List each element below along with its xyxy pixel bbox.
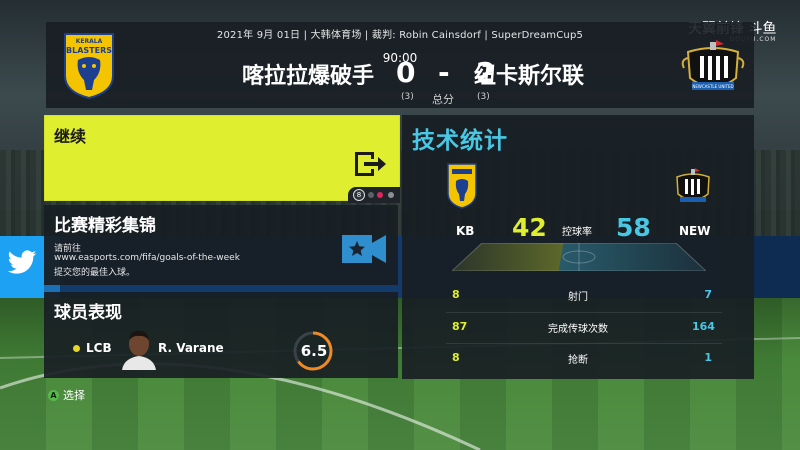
match-stats-panel: 技术统计 KB 42 控球率 58 NEW 8 射门 7 87 完成传球次数 1… xyxy=(402,115,754,379)
continue-label: 继续 xyxy=(54,127,87,146)
performance-title: 球员表现 xyxy=(54,303,122,323)
stat-row-shots: 8 射门 7 xyxy=(402,288,754,306)
away-abbr: NEW xyxy=(679,224,711,238)
pager-dot[interactable] xyxy=(388,192,394,198)
away-penalties: (3) xyxy=(477,92,490,102)
select-label: 选择 xyxy=(63,389,85,402)
twitter-bird-icon xyxy=(7,250,37,274)
newcastle-united-crest-icon xyxy=(676,168,710,202)
home-abbr: KB xyxy=(456,224,475,238)
position-dot xyxy=(73,345,80,352)
away-score: 2 xyxy=(476,56,496,89)
svg-text:KERALA: KERALA xyxy=(76,38,103,45)
kerala-blasters-crest-icon: KERALA BLASTERS xyxy=(64,33,114,100)
pager-dot-active[interactable] xyxy=(377,192,383,198)
stat-row-passes: 87 完成传球次数 164 xyxy=(402,320,754,338)
away-possession: 58 xyxy=(616,213,651,242)
divider xyxy=(446,343,722,344)
possession-field-graphic xyxy=(452,243,706,271)
home-possession: 42 xyxy=(512,213,547,242)
pager-dot[interactable] xyxy=(368,192,374,198)
a-button-icon: A xyxy=(48,390,59,401)
player-performance-panel[interactable]: 球员表现 LCB R. Varane 6.5 xyxy=(44,292,398,378)
stat-away-value: 7 xyxy=(704,288,712,301)
scoreboard-header: 2021年 9月 01日 | 大韩体育场 | 裁判: Robin Cainsdo… xyxy=(46,22,754,108)
player-position: LCB xyxy=(86,341,112,355)
home-score: 0 xyxy=(396,56,416,89)
player-avatar xyxy=(122,330,156,370)
stats-title: 技术统计 xyxy=(412,128,508,154)
highlights-line3: 提交您的最佳入球。 xyxy=(54,268,136,278)
panel-pager[interactable]: 8 xyxy=(348,187,400,203)
svg-text:BLASTERS: BLASTERS xyxy=(66,46,112,55)
continue-button[interactable]: 继续 xyxy=(44,115,400,201)
player-name: R. Varane xyxy=(158,341,224,355)
aggregate-label: 总分 xyxy=(432,93,454,106)
divider xyxy=(446,312,722,313)
highlights-panel[interactable]: 比赛精彩集锦 请前往 www.easports.com/fifa/goals-o… xyxy=(44,205,398,285)
exit-icon xyxy=(355,152,386,176)
camera-icon xyxy=(342,235,386,263)
match-info: 2021年 9月 01日 | 大韩体育场 | 裁判: Robin Cainsdo… xyxy=(216,30,584,41)
home-penalties: (3) xyxy=(401,92,414,102)
player-rating: 6.5 xyxy=(300,342,328,360)
kerala-blasters-crest-icon xyxy=(447,163,477,209)
pager-selected-dot[interactable]: 8 xyxy=(353,189,365,201)
highlights-url: www.easports.com/fifa/goals-of-the-week xyxy=(54,253,240,263)
select-hint[interactable]: A 选择 xyxy=(48,387,85,403)
home-team-name: 喀拉拉爆破手 xyxy=(241,64,374,89)
stat-row-tackles: 8 抢断 1 xyxy=(402,351,754,369)
possession-label: 控球率 xyxy=(562,227,592,238)
newcastle-united-crest-icon: NEWCASTLE UNITED xyxy=(681,40,745,90)
stat-away-value: 1 xyxy=(704,351,712,364)
highlights-title: 比赛精彩集锦 xyxy=(54,216,156,236)
svg-text:NEWCASTLE UNITED: NEWCASTLE UNITED xyxy=(692,84,733,89)
score-separator: - xyxy=(438,56,450,89)
stat-away-value: 164 xyxy=(692,320,715,333)
